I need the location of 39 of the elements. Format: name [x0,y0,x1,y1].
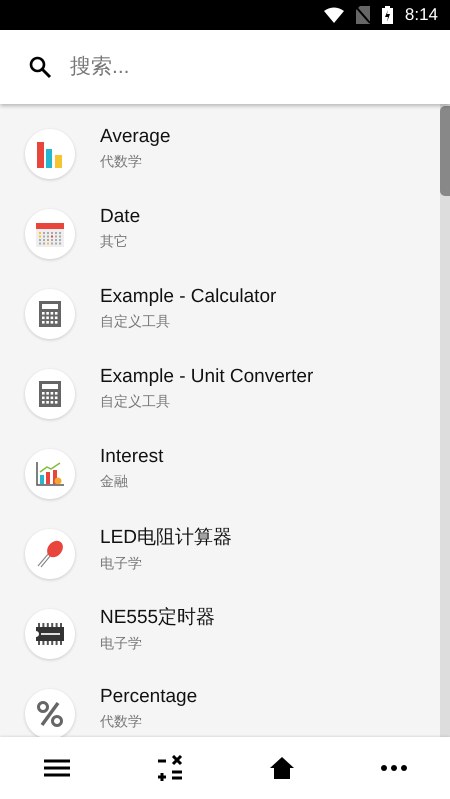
led-icon [36,540,64,568]
tool-category: 代数学 [100,152,142,170]
tool-title[interactable]: Date [100,206,140,228]
home-icon[interactable] [270,757,294,779]
tool-category: 电子学 [100,634,142,652]
math-operators-icon[interactable] [156,755,182,781]
clock-time: 8:14 [404,5,438,25]
tool-category: 其它 [100,232,128,250]
calculator-icon [39,381,61,407]
search-icon[interactable] [28,55,52,79]
tool-category: 代数学 [100,712,142,730]
more-icon[interactable] [380,765,406,771]
percent-icon [36,700,64,728]
tool-title[interactable]: Example - Calculator [100,286,276,308]
tool-category: 自定义工具 [100,392,170,410]
tool-category: 自定义工具 [100,312,170,330]
calculator-icon [39,301,61,327]
tool-category: 电子学 [100,554,142,572]
chip-icon [36,623,64,645]
scrollbar[interactable] [440,104,450,737]
tool-category: 金融 [100,472,128,490]
battery-charging-icon [382,6,393,24]
menu-icon[interactable] [44,758,70,778]
no-sim-icon [356,6,370,24]
tool-title[interactable]: NE555定时器 [100,604,216,630]
bar-chart-icon [36,140,64,168]
tool-icon-badge[interactable] [25,369,75,419]
tool-title[interactable]: Interest [100,446,164,468]
tool-icon-badge[interactable] [25,289,75,339]
tool-title[interactable]: Example - Unit Converter [100,366,314,388]
tool-title[interactable]: LED电阻计算器 [100,524,232,550]
tool-icon-badge[interactable] [25,689,75,737]
tool-title[interactable]: Percentage [100,686,198,708]
tool-title[interactable]: Average [100,126,170,148]
growth-chart-icon [36,462,64,486]
scroll-thumb[interactable] [440,106,450,196]
calendar-icon [36,221,64,247]
wifi-icon [324,7,344,23]
tool-icon-badge[interactable] [25,609,75,659]
